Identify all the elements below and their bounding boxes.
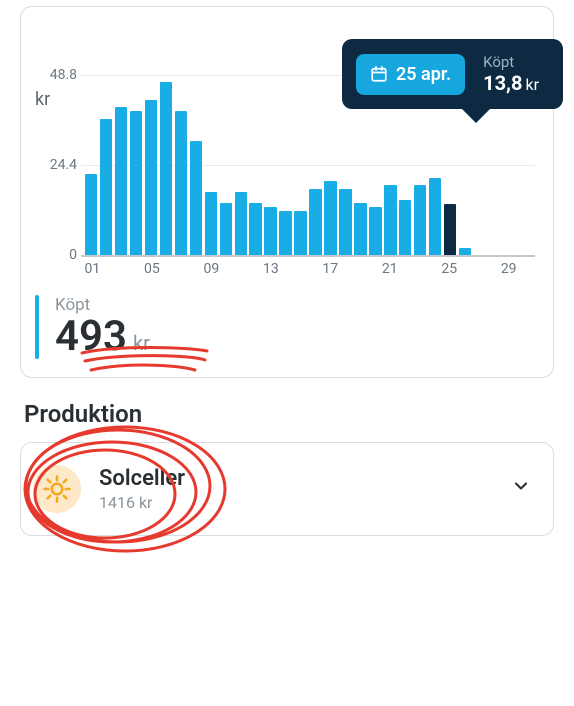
- total-value: 493: [55, 312, 127, 361]
- chart-bar[interactable]: [414, 185, 426, 255]
- chart-bar[interactable]: [85, 174, 97, 255]
- chart-bar[interactable]: [294, 211, 306, 255]
- chart-bar[interactable]: [130, 111, 142, 255]
- x-tick: 05: [144, 261, 160, 277]
- x-tick: 25: [441, 261, 457, 277]
- total-row: Köpt 493kr: [35, 295, 539, 359]
- chart-tooltip: 25 apr. Köpt 13,8kr: [342, 39, 563, 109]
- x-ticks: 01 05 09 13 17 21 25 29: [85, 259, 531, 277]
- tooltip-date-badge: 25 apr.: [356, 54, 465, 95]
- chart-bar[interactable]: [249, 203, 261, 255]
- x-tick: 17: [322, 261, 338, 277]
- chart-bar[interactable]: [160, 82, 172, 255]
- calendar-icon: [370, 65, 388, 83]
- y-tick: 0: [35, 247, 77, 263]
- chart-bar[interactable]: [175, 111, 187, 255]
- chart-bar[interactable]: [190, 141, 202, 255]
- tooltip-value-number: 13,8: [483, 71, 522, 95]
- chart-bar[interactable]: [399, 200, 411, 255]
- chart-bar[interactable]: [489, 254, 501, 255]
- chart-bar[interactable]: [115, 107, 127, 255]
- y-tick: 24.4: [35, 157, 77, 173]
- chart-bar[interactable]: [235, 192, 247, 255]
- chart-bar[interactable]: [309, 189, 321, 255]
- tooltip-label: Köpt: [483, 53, 539, 71]
- sun-icon: [33, 465, 81, 513]
- production-solceller-card[interactable]: Solceller 1416 kr: [20, 442, 554, 536]
- x-tick: 29: [501, 261, 517, 277]
- total-accent-bar: [35, 295, 39, 359]
- chart-bar[interactable]: [220, 203, 232, 255]
- cost-chart-card: kr 25 apr. Köpt 13,8kr 48.8 24.4: [20, 6, 554, 378]
- chart-bar[interactable]: [279, 211, 291, 255]
- tooltip-value: Köpt 13,8kr: [483, 53, 539, 95]
- chart-bar[interactable]: [145, 100, 157, 255]
- section-title-produktion: Produktion: [24, 400, 550, 428]
- x-tick: 21: [382, 261, 398, 277]
- chart-bar[interactable]: [444, 204, 456, 255]
- chart-bar[interactable]: [429, 178, 441, 255]
- y-tick: 48.8: [35, 67, 77, 83]
- chart-bar[interactable]: [504, 254, 516, 255]
- x-tick: 13: [263, 261, 279, 277]
- chart-bar[interactable]: [519, 254, 531, 255]
- chart-bar[interactable]: [324, 181, 336, 255]
- chart-bar[interactable]: [205, 192, 217, 255]
- tooltip-value-unit: kr: [525, 75, 539, 94]
- total-unit: kr: [133, 331, 150, 355]
- chart-bar[interactable]: [339, 189, 351, 255]
- chart-bar[interactable]: [459, 248, 471, 255]
- chart-bar[interactable]: [354, 203, 366, 255]
- chart-bar[interactable]: [369, 207, 381, 255]
- chart-bar[interactable]: [264, 207, 276, 255]
- chart-bar[interactable]: [474, 254, 486, 255]
- chevron-down-icon[interactable]: [511, 476, 531, 502]
- tooltip-date-text: 25 apr.: [396, 64, 451, 85]
- production-card-title: Solceller: [99, 466, 185, 491]
- x-tick: 09: [203, 261, 219, 277]
- production-card-subtitle: 1416 kr: [99, 493, 185, 512]
- chart-bar[interactable]: [100, 119, 112, 255]
- x-tick: 01: [85, 261, 101, 277]
- chart-bar[interactable]: [384, 185, 396, 255]
